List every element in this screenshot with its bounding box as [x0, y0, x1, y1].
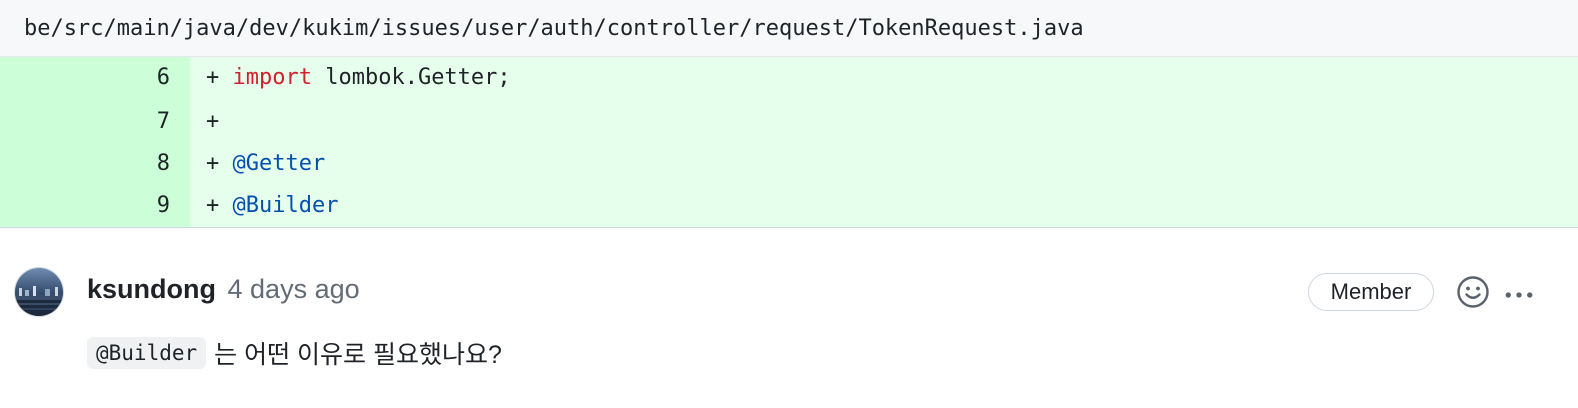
comment-text: 는 어떤 이유로 필요했나요?	[214, 341, 502, 369]
diff-line: 8 + @Getter	[0, 143, 1578, 185]
diff-prefix: +	[206, 151, 233, 176]
add-reaction-button[interactable]	[1456, 275, 1490, 309]
member-badge: Member	[1308, 273, 1434, 311]
line-code: +	[190, 101, 1578, 143]
diff-line: 6 + import lombok.Getter;	[0, 57, 1578, 101]
review-comment: ksundong 4 days ago Member @Builder 는 어떤…	[0, 228, 1578, 406]
line-code: + @Builder	[190, 185, 1578, 227]
author-name[interactable]: ksundong	[87, 274, 216, 304]
badge-label: Member	[1330, 279, 1412, 304]
diff-prefix: +	[206, 109, 220, 134]
keyword-token: import	[232, 65, 312, 90]
code-token: lombok.Getter;	[311, 65, 511, 90]
diff-line: 7 +	[0, 101, 1578, 143]
line-number[interactable]: 8	[0, 143, 190, 185]
diff-prefix: +	[206, 65, 233, 90]
annotation-token: @Builder	[232, 193, 339, 218]
smiley-icon	[1457, 276, 1489, 308]
file-path-header: be/src/main/java/dev/kukim/issues/user/a…	[0, 0, 1578, 57]
line-code: + import lombok.Getter;	[190, 57, 1578, 101]
kebab-horizontal-icon	[1505, 292, 1533, 298]
more-options-button[interactable]	[1502, 278, 1536, 312]
file-path: be/src/main/java/dev/kukim/issues/user/a…	[24, 15, 1084, 41]
diff-prefix: +	[206, 193, 233, 218]
annotation-token: @Getter	[232, 151, 326, 176]
comment-timestamp[interactable]: 4 days ago	[228, 274, 360, 304]
line-code: + @Getter	[190, 143, 1578, 185]
line-number[interactable]: 9	[0, 185, 190, 227]
line-number[interactable]: 7	[0, 101, 190, 143]
line-number[interactable]: 6	[0, 57, 190, 101]
comment-body: @Builder 는 어떤 이유로 필요했나요?	[87, 335, 502, 371]
avatar[interactable]	[14, 267, 64, 317]
diff-block: 6 + import lombok.Getter; 7 + 8 + @Gette…	[0, 57, 1578, 228]
diff-line: 9 + @Builder	[0, 185, 1578, 227]
inline-code: @Builder	[87, 337, 207, 369]
comment-header: ksundong 4 days ago	[87, 272, 360, 306]
